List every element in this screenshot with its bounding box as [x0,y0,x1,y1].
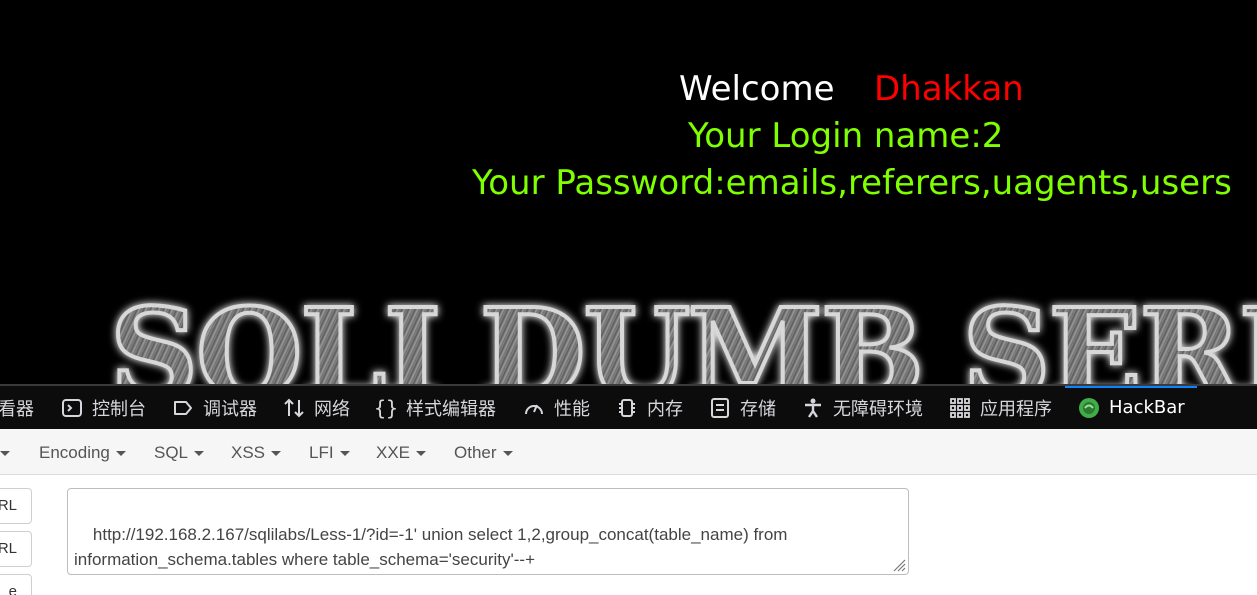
menu-xss[interactable]: XSS [231,443,282,463]
tab-application[interactable]: 应用程序 [948,386,1052,429]
url-value: http://192.168.2.167/sqlilabs/Less-1/?id… [74,525,793,569]
execute-button[interactable]: e [0,574,32,595]
tab-label: 控制台 [92,398,146,420]
menu-sql[interactable]: SQL [154,443,205,463]
menu-lfi[interactable]: LFI [309,443,350,463]
tab-performance[interactable]: 性能 [522,386,590,429]
tab-debugger[interactable]: 调试器 [171,386,257,429]
menu-xxe[interactable]: XXE [376,443,427,463]
chevron-down-icon [339,451,350,457]
split-url-button[interactable]: RL [0,531,32,567]
tab-style-editor[interactable]: {} 样式编辑器 [374,386,496,429]
hackbar-panel: Encoding SQL XSS LFI XXE Other RL RL e h… [0,429,1257,595]
accessibility-icon [801,396,825,420]
load-url-button[interactable]: RL [0,488,32,524]
application-icon [948,396,972,420]
tab-console[interactable]: 控制台 [60,386,146,429]
chevron-down-icon [502,451,513,457]
hackbar-menu-bar: Encoding SQL XSS LFI XXE Other [0,429,1257,475]
menu-other[interactable]: Other [454,443,513,463]
menu-overflow[interactable] [0,443,10,463]
tab-label: 网络 [314,398,350,420]
tab-label: 调试器 [203,398,257,420]
memory-icon [615,396,639,420]
menu-encoding[interactable]: Encoding [39,443,126,463]
chevron-down-icon [0,451,10,457]
resize-handle-icon[interactable] [890,556,906,572]
chevron-down-icon [115,451,126,457]
tab-label: 应用程序 [980,398,1052,420]
tab-label: 样式编辑器 [406,398,496,420]
url-textarea[interactable]: http://192.168.2.167/sqlilabs/Less-1/?id… [67,488,909,575]
tab-storage[interactable]: 存储 [708,386,776,429]
tab-label: 内存 [647,398,683,420]
chevron-down-icon [194,451,205,457]
password-text: Your Password:emails,referers,uagents,us… [472,163,1232,203]
sqli-dumb-series-banner: SQLI DUMB SERI [108,290,1257,384]
welcome-text: Welcome [679,69,835,109]
page-content: Welcome Dhakkan Your Login name:2 Your P… [0,0,1257,384]
tab-label: 看器 [0,398,34,420]
tab-label: 存储 [740,398,776,420]
tab-accessibility[interactable]: 无障碍环境 [801,386,923,429]
chevron-down-icon [416,451,427,457]
tab-hackbar[interactable]: HackBar [1065,386,1197,429]
storage-icon [708,396,732,420]
network-icon [282,396,306,420]
devtools-toolbar: 看器 控制台 调试器 网络 {} 样式编辑器 性能 内存 存储 无障碍环境 应用… [0,384,1257,429]
style-editor-icon: {} [373,395,399,420]
login-name-text: Your Login name:2 [688,116,1004,156]
console-icon [60,396,84,420]
hackbar-icon [1077,396,1101,420]
chevron-down-icon [271,451,282,457]
tab-network[interactable]: 网络 [282,386,350,429]
tab-inspector[interactable]: 看器 [0,386,34,429]
welcome-username: Dhakkan [874,69,1024,109]
tab-label: 无障碍环境 [833,398,923,420]
tab-label: 性能 [554,398,590,420]
tab-label: HackBar [1109,397,1185,418]
debugger-icon [171,396,195,420]
tab-memory[interactable]: 内存 [615,386,683,429]
performance-icon [522,396,546,420]
